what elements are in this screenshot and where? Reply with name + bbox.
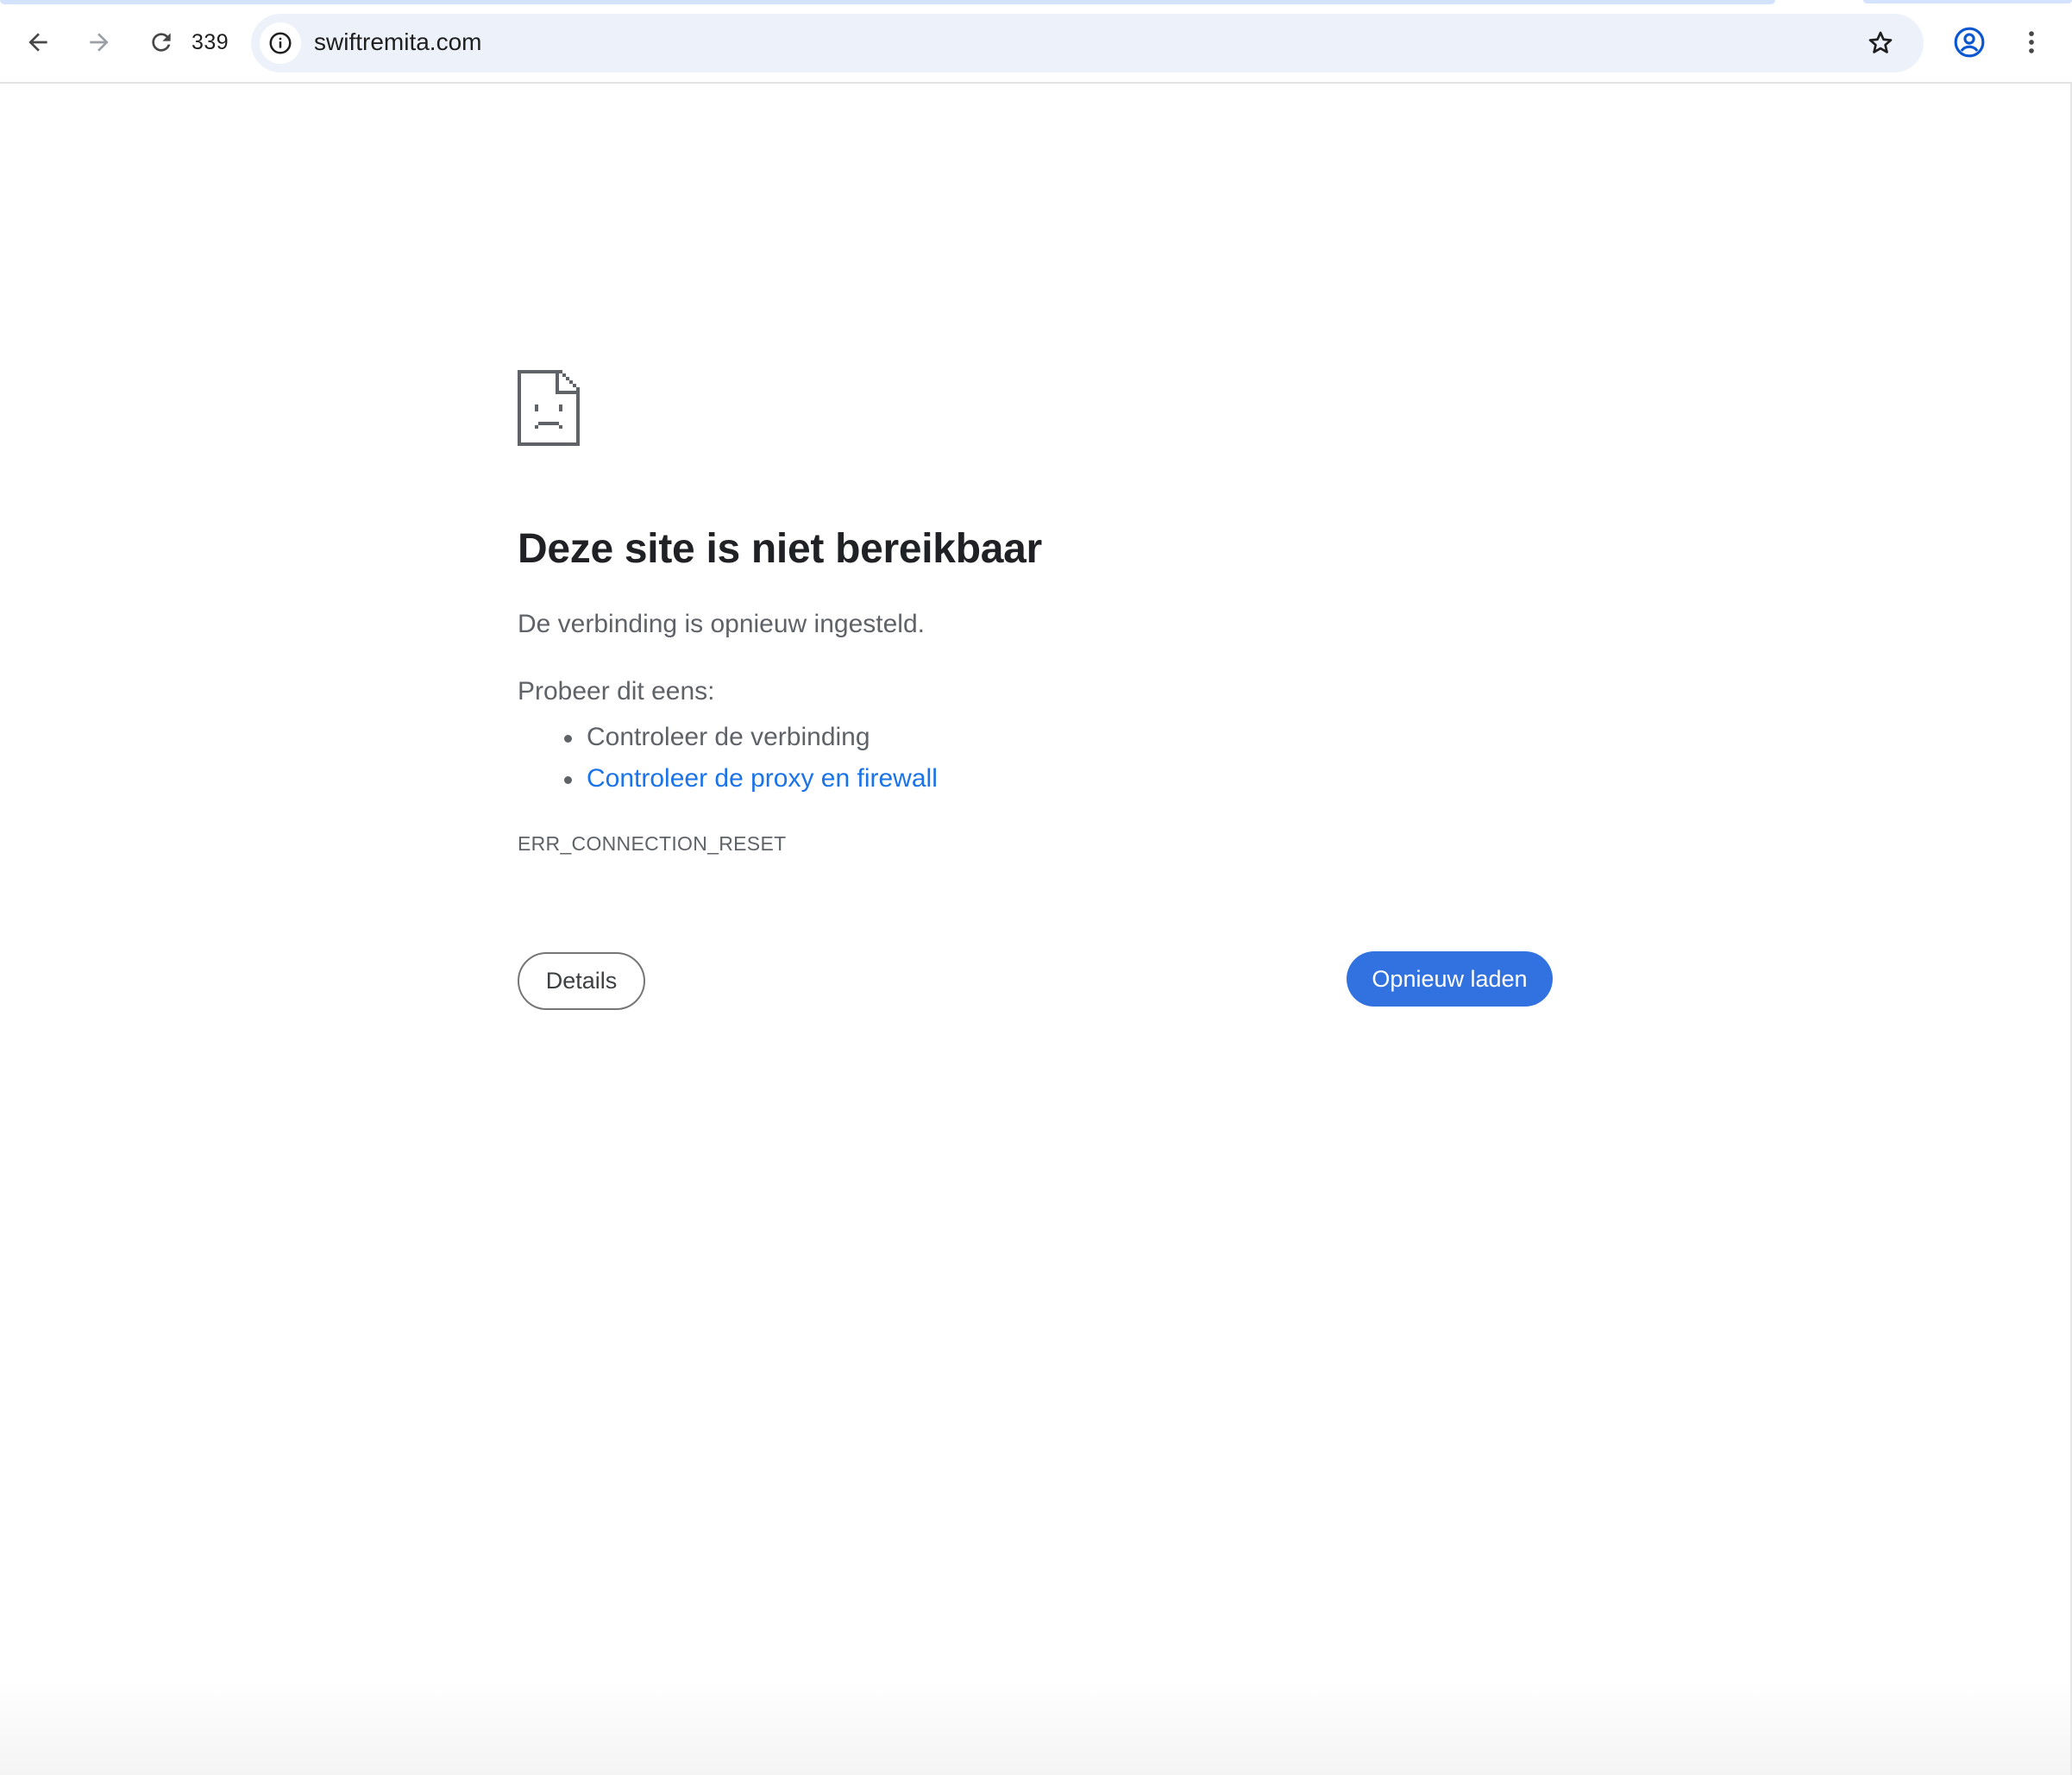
reload-button[interactable] xyxy=(135,16,187,68)
profile-button[interactable] xyxy=(1943,16,1995,68)
suggestions-heading: Probeer dit eens: xyxy=(518,677,715,706)
suggestion-check-connection: Controleer de verbinding xyxy=(587,723,870,751)
error-title: Deze site is niet bereikbaar xyxy=(518,526,1042,572)
url-text[interactable]: swiftremita.com xyxy=(314,28,481,56)
list-item: Controleer de verbinding xyxy=(518,717,938,758)
details-button[interactable]: Details xyxy=(518,952,645,1010)
info-icon xyxy=(269,32,292,54)
proxy-firewall-link[interactable]: Controleer de proxy en firewall xyxy=(587,764,938,793)
tab-edge[interactable] xyxy=(1863,0,2072,3)
arrow-right-icon xyxy=(90,33,109,52)
error-code: ERR_CONNECTION_RESET xyxy=(518,832,787,855)
address-bar[interactable]: swiftremita.com xyxy=(251,14,1924,72)
vertical-dots-icon xyxy=(2029,31,2034,53)
forward-button[interactable] xyxy=(73,16,125,68)
arrow-left-icon xyxy=(28,33,47,52)
site-info-button[interactable] xyxy=(260,22,301,64)
browser-window: 339 swiftremita.com Deze site is niet be… xyxy=(0,0,2072,1775)
browser-menu-button[interactable] xyxy=(2006,16,2057,68)
back-button[interactable] xyxy=(12,16,64,68)
error-page-content: Deze site is niet bereikbaar De verbindi… xyxy=(518,370,1553,1010)
error-description: De verbinding is opnieuw ingesteld. xyxy=(518,610,925,638)
account-circle-icon xyxy=(1954,27,1985,58)
tab-count[interactable]: 339 xyxy=(192,30,229,55)
star-icon xyxy=(1868,31,1893,53)
reload-page-button[interactable]: Opnieuw laden xyxy=(1347,951,1553,1007)
bookmark-button[interactable] xyxy=(1863,26,1898,60)
sad-page-icon xyxy=(518,370,580,446)
browser-toolbar: 339 swiftremita.com xyxy=(0,4,2072,84)
reload-icon xyxy=(152,33,171,52)
list-item: Controleer de proxy en firewall xyxy=(518,758,938,800)
suggestions-list: Controleer de verbinding Controleer de p… xyxy=(518,717,938,800)
bottom-shadow xyxy=(0,1680,2072,1775)
